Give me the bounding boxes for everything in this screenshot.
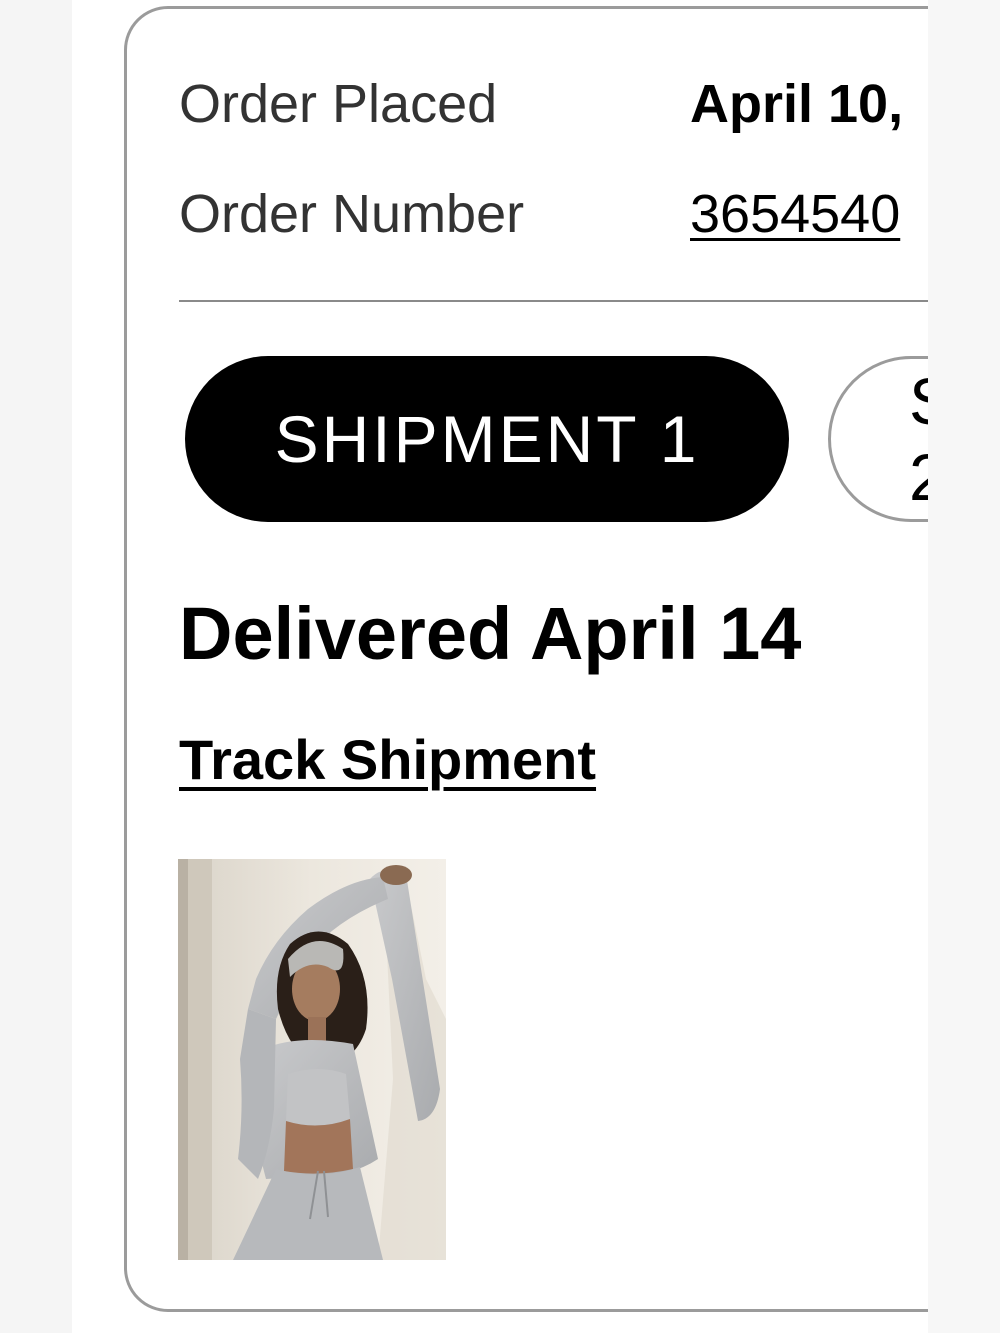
delivery-status: Delivered April 14	[179, 592, 802, 675]
tab-shipment-1-label: SHIPMENT 1	[274, 402, 700, 476]
order-detail-view: Order Placed April 10, Order Number 3654…	[72, 0, 928, 1333]
order-number-link[interactable]: 3654540	[690, 184, 900, 244]
track-shipment-link[interactable]: Track Shipment	[179, 728, 596, 792]
order-placed-date: April 10,	[690, 74, 904, 134]
product-image[interactable]	[178, 859, 446, 1260]
tab-shipment-1[interactable]: SHIPMENT 1	[185, 356, 789, 522]
order-number-label: Order Number	[179, 184, 525, 244]
right-margin	[928, 0, 1000, 1333]
divider	[179, 300, 928, 302]
tab-shipment-2-label: SHIPMENT 2	[909, 363, 928, 515]
left-margin	[0, 0, 72, 1333]
order-placed-label: Order Placed	[179, 74, 498, 134]
